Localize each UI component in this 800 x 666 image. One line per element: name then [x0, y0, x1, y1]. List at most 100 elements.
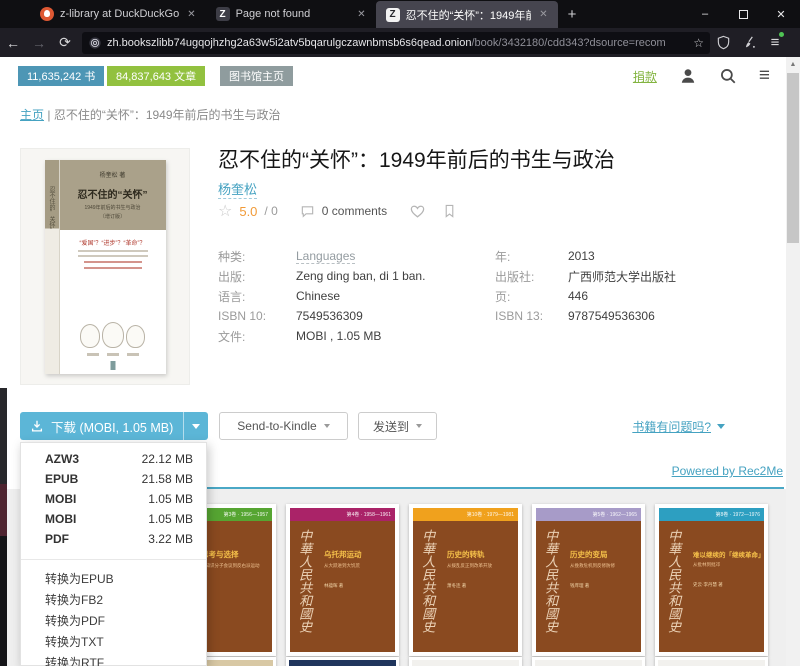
publisher-logo — [110, 361, 115, 370]
author-link[interactable]: 杨奎松 — [218, 179, 257, 199]
header-actions: 捐款 ≡ — [633, 67, 770, 85]
report-label: 书籍有问题吗? — [632, 418, 711, 435]
reload-button[interactable]: ⟳ — [52, 34, 78, 51]
menu-item-format[interactable]: AZW322.12 MB — [21, 449, 206, 469]
menu-item-format[interactable]: MOBI1.05 MB — [21, 489, 206, 509]
format-name: PDF — [45, 532, 148, 546]
tab-title: 忍不住的“关怀”：1949年前后的 — [406, 7, 532, 23]
tab-bar: z-library at DuckDuckGo ✕ Z Page not fou… — [0, 0, 800, 28]
series-calligraphy: 中華人民共和國史 — [666, 529, 679, 633]
breadcrumb-home-link[interactable]: 主页 — [20, 108, 44, 122]
recommended-book-card[interactable]: 第4卷 · 1958—1961 中華人民共和國史 乌托邦运动 从大跃进到大饥荒 … — [286, 504, 399, 656]
new-tab-button[interactable]: + — [558, 2, 587, 27]
recommended-book-card[interactable] — [286, 657, 399, 666]
powered-by-link[interactable]: Powered by Rec2Me — [672, 464, 783, 478]
menu-divider — [21, 559, 206, 560]
detail-value: MOBI , 1.05 MB — [296, 329, 381, 343]
scrollbar-thumb[interactable] — [787, 73, 799, 243]
book-cover-image[interactable]: 忍不住的“关怀” 杨奎松 著 忍不住的“关怀” 1949年前后的书生与政治 〔增… — [20, 148, 190, 385]
bookmark-star-icon[interactable]: ☆ — [693, 36, 704, 50]
book-3d: 忍不住的“关怀” 杨奎松 著 忍不住的“关怀” 1949年前后的书生与政治 〔增… — [45, 160, 166, 374]
menu-item-format[interactable]: PDF3.22 MB — [21, 529, 206, 549]
book-details-right: 年:2013 出版社:广西师范大学出版社 页:446 ISBN 13:97875… — [495, 246, 775, 326]
user-profile-icon[interactable] — [679, 67, 697, 85]
menu-item-format[interactable]: EPUB21.58 MB — [21, 469, 206, 489]
page-scrollbar[interactable]: ▲ — [786, 57, 800, 666]
scroll-up-arrow-icon[interactable]: ▲ — [786, 57, 800, 71]
zlibrary-favicon-icon: Z — [386, 8, 400, 22]
browser-window: z-library at DuckDuckGo ✕ Z Page not fou… — [0, 0, 800, 666]
menu-item-format[interactable]: MOBI1.05 MB — [21, 509, 206, 529]
book-details-left: 种类:Languages 出版:Zeng ding ban, di 1 ban.… — [218, 246, 488, 346]
url-bar[interactable]: zh.bookszlibb74ugqojhzhg2a63w5i2atv5bqar… — [82, 32, 710, 54]
favorite-heart-icon[interactable] — [409, 203, 426, 220]
rating-star-icon[interactable]: ☆ — [218, 201, 232, 221]
tab-close-icon[interactable]: ✕ — [185, 9, 197, 20]
menu-item-convert-pdf[interactable]: 转换为PDF — [21, 610, 206, 631]
recommended-book-card[interactable]: 第5卷 · 1962—1965 中華人民共和國史 历史的变局 从挽救危机到反修防… — [532, 504, 645, 656]
format-name: MOBI — [45, 492, 148, 506]
detail-value: Chinese — [296, 289, 340, 303]
series-calligraphy: 中華人民共和國史 — [420, 529, 433, 633]
tab-page-not-found[interactable]: Z Page not found ✕ — [206, 0, 376, 28]
menu-item-convert-fb2[interactable]: 转换为FB2 — [21, 589, 206, 610]
bookmark-icon[interactable] — [442, 203, 457, 219]
back-button[interactable]: ← — [0, 35, 26, 51]
cover-portraits — [60, 322, 166, 348]
detail-label: 页: — [495, 288, 568, 305]
zlibrary-favicon-icon: Z — [216, 7, 230, 21]
series-stripe-text: 第10卷 · 1979—1981 — [467, 511, 514, 518]
minimize-button[interactable]: – — [686, 0, 724, 28]
close-window-button[interactable]: ✕ — [762, 0, 800, 28]
tab-close-icon[interactable]: ✕ — [355, 9, 367, 20]
download-button[interactable]: 下载 (MOBI, 1.05 MB) — [20, 412, 208, 440]
forward-button[interactable]: → — [26, 35, 52, 51]
chevron-down-icon — [416, 424, 422, 428]
donate-link[interactable]: 捐款 — [633, 68, 657, 85]
maximize-icon — [739, 10, 748, 19]
detail-value: 7549536309 — [296, 309, 363, 323]
tab-title: Page not found — [236, 8, 350, 20]
recommended-title: 思考与选择 — [201, 549, 268, 560]
articles-count-badge[interactable]: 84,837,643 文章 — [107, 66, 205, 86]
format-size: 22.12 MB — [142, 452, 193, 466]
window-controls: – ✕ — [686, 0, 800, 28]
menu-item-convert-rtf[interactable]: 转换为RTF — [21, 652, 206, 666]
new-identity-broom-icon[interactable] — [736, 35, 762, 50]
send-to-label: 发送到 — [373, 418, 409, 435]
maximize-button[interactable] — [724, 0, 762, 28]
cover-text-line — [84, 261, 142, 263]
menu-item-convert-txt[interactable]: 转换为TXT — [21, 631, 206, 652]
comments-icon[interactable] — [300, 204, 315, 219]
cover-subtitle: 1949年前后的书生与政治 — [60, 204, 166, 211]
duckduckgo-favicon-icon — [40, 7, 54, 21]
series-stripe-text: 第5卷 · 1962—1965 — [593, 511, 637, 518]
cover-edition: 〔增订版〕 — [60, 213, 166, 220]
report-book-problem-link[interactable]: 书籍有问题吗? — [632, 418, 725, 435]
recommended-book-card[interactable] — [532, 657, 645, 666]
format-name: AZW3 — [45, 452, 142, 466]
send-to-kindle-button[interactable]: Send-to-Kindle — [219, 412, 348, 440]
recommended-book-card[interactable]: 第10卷 · 1979—1981 中華人民共和國史 历史的转轨 从拨乱反正到改革… — [409, 504, 522, 656]
cover-text-line — [84, 267, 142, 269]
tab-bar-spacer — [0, 0, 30, 28]
cover-text-line — [78, 250, 148, 252]
library-home-badge[interactable]: 图书馆主页 — [220, 66, 293, 86]
download-format-dropdown-toggle[interactable] — [183, 412, 208, 440]
recommended-book-card[interactable] — [409, 657, 522, 666]
shield-icon[interactable] — [710, 35, 736, 50]
series-calligraphy: 中華人民共和國史 — [543, 529, 556, 633]
tab-close-icon[interactable]: ✕ — [537, 9, 549, 20]
category-link[interactable]: Languages — [296, 249, 355, 264]
search-icon[interactable] — [719, 67, 737, 85]
recommended-book-card[interactable] — [655, 657, 768, 666]
books-count-badge[interactable]: 11,635,242 书 — [18, 66, 104, 86]
tab-duckduckgo[interactable]: z-library at DuckDuckGo ✕ — [30, 0, 206, 28]
tab-book-page-active[interactable]: Z 忍不住的“关怀”：1949年前后的 ✕ — [376, 1, 558, 28]
menu-item-convert-epub[interactable]: 转换为EPUB — [21, 568, 206, 589]
browser-menu-icon[interactable]: ≡ — [762, 34, 788, 51]
recommended-book-card[interactable]: 第8卷 · 1972—1976 中華人民共和國史 难以继续的「继续革命」 从批林… — [655, 504, 768, 656]
comments-count[interactable]: 0 comments — [322, 204, 387, 218]
send-to-button[interactable]: 发送到 — [358, 412, 437, 440]
site-menu-icon[interactable]: ≡ — [759, 67, 770, 85]
